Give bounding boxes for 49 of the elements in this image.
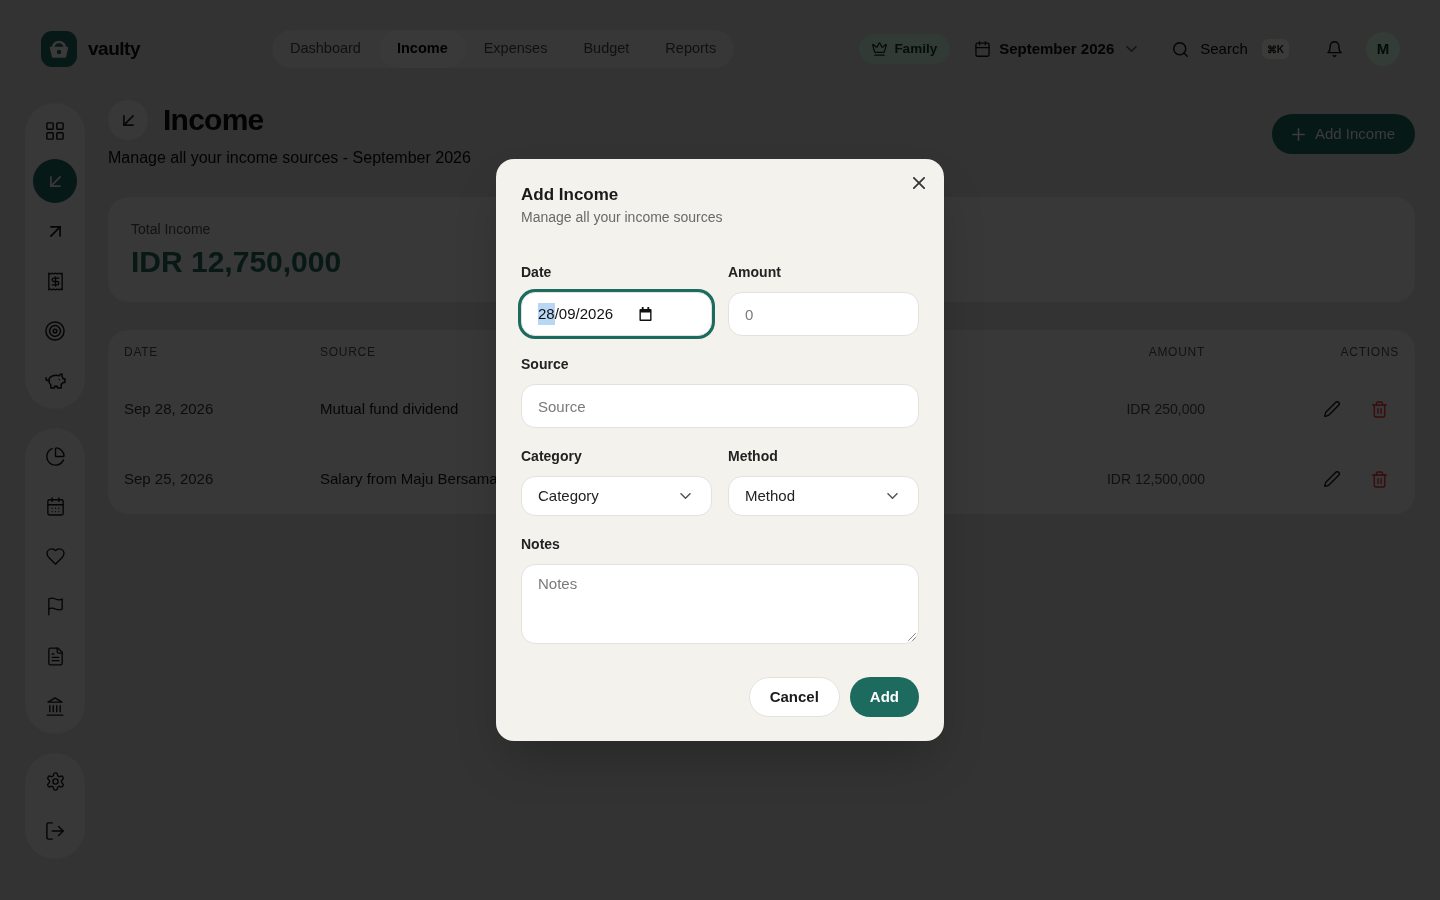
cancel-button[interactable]: Cancel bbox=[748, 677, 840, 717]
bell-icon[interactable] bbox=[1327, 41, 1342, 57]
back-button[interactable] bbox=[108, 100, 148, 140]
text-area[interactable]: Notes bbox=[521, 564, 919, 644]
receipt-icon bbox=[47, 271, 63, 291]
pencil-icon[interactable] bbox=[1324, 401, 1340, 417]
calendar-icon bbox=[639, 307, 653, 321]
resize-handle-icon bbox=[908, 633, 916, 641]
pencil-icon[interactable] bbox=[1324, 471, 1340, 487]
field-label: Source bbox=[521, 355, 569, 374]
field-label: Date bbox=[521, 263, 552, 282]
chevron-down-icon bbox=[680, 493, 691, 499]
field-label: Amount bbox=[728, 263, 781, 282]
pie-chart-icon bbox=[45, 446, 65, 466]
target-icon bbox=[45, 321, 65, 341]
settings-icon bbox=[45, 771, 65, 791]
heart-icon bbox=[45, 547, 65, 565]
field-label: Notes bbox=[521, 535, 560, 554]
arrow-down-left-icon bbox=[49, 175, 61, 187]
flag-icon bbox=[47, 596, 63, 616]
bank-icon bbox=[46, 696, 64, 716]
dialog-title: Add Income bbox=[521, 184, 620, 206]
field-label: Method bbox=[728, 447, 778, 466]
arrow-down-left-icon bbox=[122, 114, 134, 126]
submit-button[interactable]: Add bbox=[849, 677, 919, 717]
select-field[interactable]: Category bbox=[521, 476, 712, 516]
logout-icon bbox=[46, 822, 64, 840]
select-field[interactable]: Method bbox=[728, 476, 919, 516]
piggy-bank-icon bbox=[44, 373, 66, 389]
grid-icon bbox=[46, 122, 64, 140]
chevron-down-icon bbox=[1126, 46, 1138, 52]
trash-icon[interactable] bbox=[1372, 470, 1387, 488]
close-icon[interactable] bbox=[913, 177, 925, 189]
plus-icon bbox=[1291, 127, 1305, 141]
field-label: Category bbox=[521, 447, 582, 466]
arrow-up-right-icon bbox=[49, 225, 61, 237]
chevron-down-icon bbox=[887, 493, 898, 499]
calendar-icon bbox=[46, 496, 64, 516]
crown-icon bbox=[872, 42, 888, 56]
sidebar-button[interactable] bbox=[33, 159, 77, 203]
logo-icon[interactable] bbox=[41, 31, 77, 67]
input-field[interactable]: Source bbox=[521, 384, 919, 428]
dialog-subtitle: Manage all your income sources bbox=[521, 208, 723, 227]
input-field[interactable]: 0 bbox=[728, 292, 919, 336]
document-icon bbox=[47, 646, 63, 666]
calendar-icon bbox=[975, 41, 991, 57]
date-input[interactable]: 28/09/2026 bbox=[521, 292, 712, 336]
trash-icon[interactable] bbox=[1372, 400, 1387, 418]
search-icon bbox=[1173, 41, 1189, 57]
